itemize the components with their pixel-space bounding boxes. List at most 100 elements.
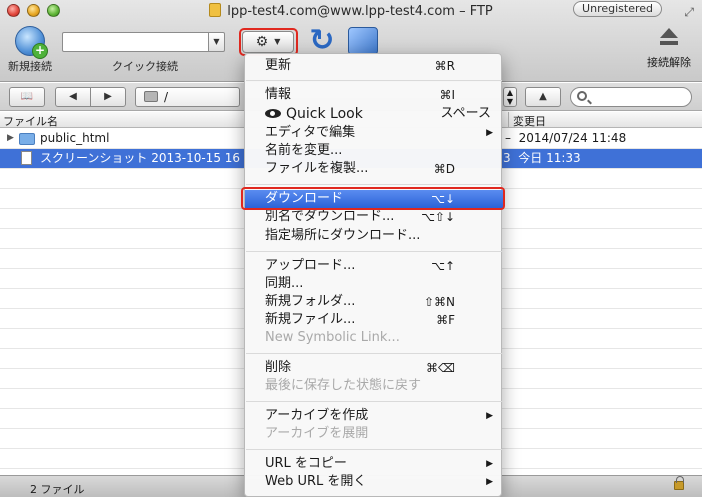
menu-item-label: Quick Look [286,106,363,122]
menu-separator [246,251,502,252]
menu-separator [246,353,502,354]
menu-item-open-web-url[interactable]: Web URL を開く ▶ [245,473,503,491]
quick-connect-dropdown[interactable]: ▼ [208,32,225,52]
disk-icon [144,91,158,102]
fullscreen-icon[interactable]: ⤢ [684,5,694,20]
menu-item-label: 指定場所にダウンロード... [265,228,421,243]
menu-shortcut: ⌘F [436,313,455,327]
menu-item-label: アップロード... [265,258,356,273]
forward-button[interactable]: ▶ [90,87,126,107]
column-header-modified[interactable]: 変更日 [513,113,546,129]
back-button[interactable]: ◀ [55,87,91,107]
disclosure-triangle-icon[interactable]: ▶ [7,129,14,148]
file-partial-column: – [505,131,511,145]
up-arrow-icon: ▲ [539,91,547,102]
menu-item-edit[interactable]: エディタで編集 ▶ [245,124,503,142]
menu-shortcut: ⌥⇧↓ [421,210,455,224]
search-field[interactable] [570,87,692,107]
menu-item-create-archive[interactable]: アーカイブを作成 ▶ [245,407,503,425]
menu-item-download-as[interactable]: 別名でダウンロード... ⌥⇧↓ [245,208,503,226]
document-icon [209,3,222,17]
menu-item-rename[interactable]: 名前を変更... [245,142,503,160]
refresh-icon[interactable]: ↻ [306,26,338,56]
disconnect-button[interactable]: 接続解除 [646,26,692,70]
menu-item-label: 新規フォルダ... [265,294,356,309]
globe-add-icon [15,26,48,59]
current-path: / [164,90,169,104]
menu-shortcut: ⌘D [433,162,455,176]
submenu-arrow-icon: ▶ [486,459,493,469]
menu-item-new-file[interactable]: 新規ファイル... ⌘F [245,311,503,329]
submenu-arrow-icon: ▶ [486,411,493,421]
quick-connect-label: クイック接続 [112,60,178,73]
menu-item-revert: 最後に保存した状態に戻す [245,377,503,395]
menu-shortcut: ⇧⌘N [423,295,455,309]
menu-item-quick-look[interactable]: Quick Look スペース [245,105,503,123]
menu-item-label: エディタで編集 [265,125,356,140]
menu-item-label: 削除 [265,360,292,375]
bookmarks-button[interactable]: 📖 [9,87,45,107]
menu-item-new-symlink: New Symbolic Link... [245,329,503,347]
submenu-arrow-icon: ▶ [486,128,493,138]
chevron-down-icon: ▼ [213,37,220,46]
menu-item-refresh[interactable]: 更新 ⌘R [245,57,503,75]
column-header-filename[interactable]: ファイル名 [3,113,58,129]
file-name: スクリーンショット 2013-10-15 16 [40,151,241,165]
file-modified: 3 今日 11:33 [503,149,581,168]
forward-arrow-icon: ▶ [104,91,112,102]
new-connection-button[interactable] [14,26,48,59]
eject-icon [658,26,680,48]
menu-item-sync[interactable]: 同期... [245,275,503,293]
menu-item-label: URL をコピー [265,456,347,471]
menu-separator [246,80,502,81]
menu-shortcut: ⌘I [439,88,455,102]
submenu-arrow-icon: ▶ [486,477,493,487]
lock-icon[interactable] [674,476,684,490]
menu-shortcut: ⌘⌫ [426,361,455,375]
menu-item-duplicate[interactable]: ファイルを複製... ⌘D [245,160,503,178]
menu-item-upload[interactable]: アップロード... ⌥↑ [245,257,503,275]
reveal-in-finder-icon[interactable] [348,27,378,55]
search-icon [577,91,587,101]
disconnect-label: 接続解除 [647,56,691,69]
action-button-highlight-frame [239,28,298,56]
menu-separator [246,401,502,402]
window-title: lpp-test4.com@www.lpp-test4.com – FTP [227,4,493,19]
path-selector[interactable]: / [135,87,240,107]
menu-shortcut: ⌘R [434,59,455,73]
menu-item-label: 同期... [265,276,304,291]
action-context-menu: 更新 ⌘R 情報 ⌘I Quick Look スペース エディタで編集 ▶ 名前を変更.… [244,53,503,497]
folder-icon [19,133,35,145]
menu-item-delete[interactable]: 削除 ⌘⌫ [245,359,503,377]
menu-item-label: 情報 [265,87,292,102]
menu-item-label: 名前を変更... [265,143,343,158]
menu-item-label: ファイルを複製... [265,161,369,176]
menu-item-label: 最後に保存した状態に戻す [265,378,422,393]
menu-separator [246,184,502,185]
menu-item-copy-url[interactable]: URL をコピー ▶ [245,455,503,473]
path-stepper[interactable]: ▲ ▼ [503,87,517,107]
quick-connect-input[interactable] [62,32,209,52]
menu-item-label: 新規ファイル... [265,312,356,327]
menu-item-new-folder[interactable]: 新規フォルダ... ⇧⌘N [245,293,503,311]
menu-item-label: New Symbolic Link... [265,330,400,345]
file-modified-date: 2014/07/24 11:48 [518,131,627,145]
file-name: public_html [40,131,110,145]
book-icon: 📖 [20,91,34,102]
new-connection-label: 新規接続 [8,60,52,73]
back-arrow-icon: ◀ [69,91,77,102]
menu-shortcut: スペース [440,106,491,121]
menu-separator [246,449,502,450]
file-modified-date: 今日 11:33 [518,151,581,165]
menu-item-info[interactable]: 情報 ⌘I [245,86,503,104]
eye-icon [265,109,281,118]
unregistered-badge[interactable]: Unregistered [573,1,662,17]
menu-item-label: Web URL を開く [265,474,367,489]
file-modified: – 2014/07/24 11:48 [505,129,626,148]
parent-folder-button[interactable]: ▲ [525,87,561,107]
column-divider[interactable] [508,112,509,128]
menu-item-label: アーカイブを作成 [265,408,369,423]
menu-shortcut: ⌥↑ [431,259,455,273]
image-file-icon [21,151,32,165]
menu-item-download-to[interactable]: 指定場所にダウンロード... [245,227,503,245]
